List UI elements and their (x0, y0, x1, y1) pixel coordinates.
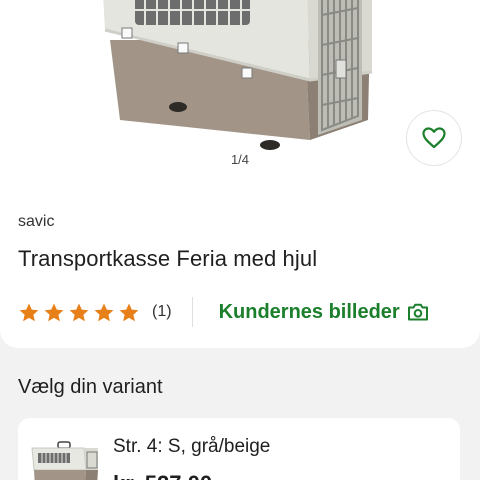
variant-price: kr. 527,00 (113, 471, 212, 480)
image-counter: 1/4 (230, 152, 250, 167)
rating-row: (1) Kundernes billeder (18, 296, 468, 328)
camera-icon (407, 303, 428, 321)
divider (191, 297, 193, 327)
star-icon (19, 303, 39, 321)
star-icon (119, 303, 139, 321)
star-rating[interactable] (18, 302, 140, 323)
favorite-button[interactable] (406, 110, 462, 166)
star-icon (94, 303, 114, 321)
review-count[interactable]: (1) (152, 303, 172, 321)
brand-name[interactable]: savic (18, 213, 54, 231)
product-title: Transportkasse Feria med hjul (18, 246, 318, 271)
variant-name: Str. 4: S, grå/beige (113, 436, 271, 457)
star-icon (69, 303, 89, 321)
variant-thumbnail (31, 441, 98, 480)
variant-heading: Vælg din variant (18, 376, 163, 398)
product-image (103, 0, 373, 150)
variant-option[interactable]: Str. 4: S, grå/beige kr. 527,00 (18, 418, 460, 480)
star-icon (44, 303, 64, 321)
product-card: 1/4 savic Transportkasse Feria med hjul … (0, 0, 480, 348)
customer-photos-label: Kundernes billeder (218, 300, 400, 323)
heart-icon (422, 127, 446, 149)
customer-photos-link[interactable]: Kundernes billeder (219, 301, 429, 324)
